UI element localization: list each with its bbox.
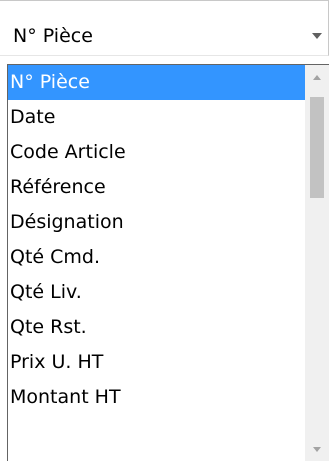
chevron-down-icon[interactable] (312, 33, 322, 39)
column-select[interactable]: N° Pièce (0, 0, 329, 56)
option-list: N° Pièce Date Code Article Référence Dés… (8, 65, 305, 415)
list-option-prix-u-ht[interactable]: Prix U. HT (8, 345, 305, 380)
scroll-down-arrow-icon[interactable] (305, 438, 329, 461)
vertical-scrollbar[interactable] (305, 65, 329, 461)
select-value: N° Pièce (13, 25, 93, 47)
list-option-qte-cmd[interactable]: Qté Cmd. (8, 240, 305, 275)
list-option-reference[interactable]: Référence (8, 170, 305, 205)
dropdown-list: N° Pièce Date Code Article Référence Dés… (7, 64, 329, 461)
scroll-up-arrow-icon[interactable] (305, 65, 329, 89)
list-option-montant-ht[interactable]: Montant HT (8, 380, 305, 415)
list-option-numero-piece[interactable]: N° Pièce (8, 65, 305, 100)
list-option-code-article[interactable]: Code Article (8, 135, 305, 170)
list-option-date[interactable]: Date (8, 100, 305, 135)
list-option-designation[interactable]: Désignation (8, 205, 305, 240)
scrollbar-thumb[interactable] (310, 97, 324, 198)
list-option-qte-liv[interactable]: Qté Liv. (8, 275, 305, 310)
list-option-qte-rst[interactable]: Qte Rst. (8, 310, 305, 345)
